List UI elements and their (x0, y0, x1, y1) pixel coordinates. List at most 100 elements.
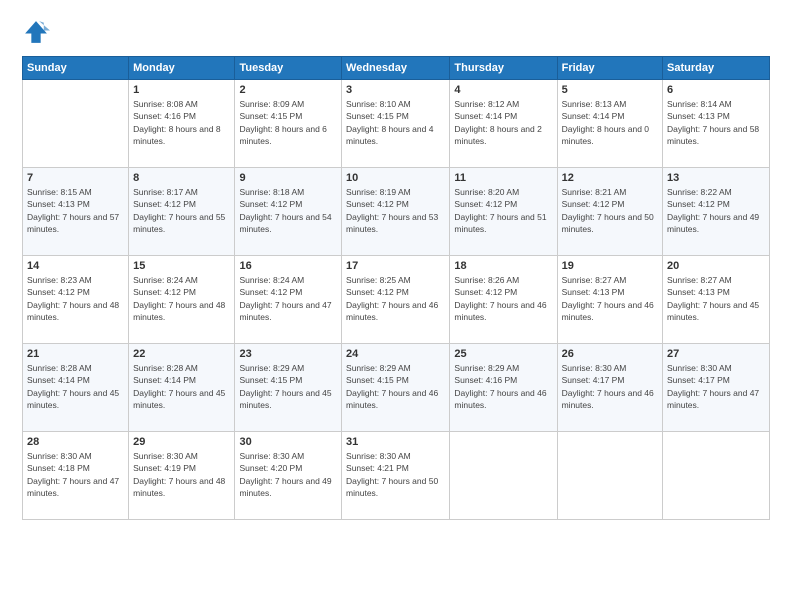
calendar-cell: 5 Sunrise: 8:13 AMSunset: 4:14 PMDaylight… (557, 80, 662, 168)
day-number: 17 (346, 260, 445, 272)
calendar-cell: 18Sunrise: 8:26 AMSunset: 4:12 PMDayligh… (450, 256, 557, 344)
cell-info: Sunrise: 8:30 AMSunset: 4:18 PMDaylight:… (27, 450, 124, 499)
day-number: 7 (27, 172, 124, 184)
logo-icon (22, 18, 50, 46)
cell-info: Sunrise: 8:28 AMSunset: 4:14 PMDaylight:… (27, 362, 124, 411)
cell-info: Sunrise: 8:18 AMSunset: 4:12 PMDaylight:… (239, 186, 337, 235)
calendar-cell: 16 Sunrise: 8:24 AMSunset: 4:12 PMDayligh… (235, 256, 342, 344)
header (22, 18, 770, 46)
cell-info: Sunrise: 8:30 AMSunset: 4:17 PMDaylight:… (562, 362, 658, 411)
day-number: 1 (133, 84, 230, 96)
day-number: 14 (27, 260, 124, 272)
logo (22, 18, 54, 46)
day-number: 13 (667, 172, 765, 184)
day-number: 2 (239, 84, 337, 96)
cell-info: Sunrise: 8:14 AMSunset: 4:13 PMDaylight:… (667, 98, 765, 147)
cell-info: Sunrise: 8:30 AMSunset: 4:19 PMDaylight:… (133, 450, 230, 499)
cell-info: Sunrise: 8:12 AMSunset: 4:14 PMDaylight:… (454, 98, 552, 147)
cell-info: Sunrise: 8:08 AMSunset: 4:16 PMDaylight:… (133, 98, 230, 147)
calendar-cell: 2 Sunrise: 8:09 AMSunset: 4:15 PMDaylight… (235, 80, 342, 168)
cell-info: Sunrise: 8:17 AMSunset: 4:12 PMDaylight:… (133, 186, 230, 235)
cell-info: Sunrise: 8:13 AMSunset: 4:14 PMDaylight:… (562, 98, 658, 147)
day-number: 25 (454, 348, 552, 360)
calendar-cell: 27 Sunrise: 8:30 AMSunset: 4:17 PMDayligh… (663, 344, 770, 432)
cell-info: Sunrise: 8:23 AMSunset: 4:12 PMDaylight:… (27, 274, 124, 323)
calendar-cell: 4 Sunrise: 8:12 AMSunset: 4:14 PMDaylight… (450, 80, 557, 168)
day-number: 3 (346, 84, 445, 96)
calendar-header: SundayMondayTuesdayWednesdayThursdayFrid… (23, 57, 770, 80)
week-row-0: 1 Sunrise: 8:08 AMSunset: 4:16 PMDaylight… (23, 80, 770, 168)
calendar-cell: 12 Sunrise: 8:21 AMSunset: 4:12 PMDayligh… (557, 168, 662, 256)
day-header-sunday: Sunday (23, 57, 129, 80)
calendar-cell: 10Sunrise: 8:19 AMSunset: 4:12 PMDayligh… (342, 168, 450, 256)
calendar-body: 1 Sunrise: 8:08 AMSunset: 4:16 PMDaylight… (23, 80, 770, 520)
calendar-cell: 31 Sunrise: 8:30 AMSunset: 4:21 PMDayligh… (342, 432, 450, 520)
day-number: 20 (667, 260, 765, 272)
calendar-cell (663, 432, 770, 520)
day-number: 23 (239, 348, 337, 360)
day-number: 27 (667, 348, 765, 360)
day-number: 4 (454, 84, 552, 96)
day-header-thursday: Thursday (450, 57, 557, 80)
cell-info: Sunrise: 8:30 AMSunset: 4:17 PMDaylight:… (667, 362, 765, 411)
day-number: 6 (667, 84, 765, 96)
calendar-cell: 11 Sunrise: 8:20 AMSunset: 4:12 PMDayligh… (450, 168, 557, 256)
week-row-4: 28 Sunrise: 8:30 AMSunset: 4:18 PMDayligh… (23, 432, 770, 520)
day-number: 11 (454, 172, 552, 184)
calendar-cell: 28 Sunrise: 8:30 AMSunset: 4:18 PMDayligh… (23, 432, 129, 520)
calendar-cell: 23Sunrise: 8:29 AMSunset: 4:15 PMDayligh… (235, 344, 342, 432)
day-number: 30 (239, 436, 337, 448)
cell-info: Sunrise: 8:24 AMSunset: 4:12 PMDaylight:… (239, 274, 337, 323)
day-header-monday: Monday (129, 57, 235, 80)
calendar-cell: 9 Sunrise: 8:18 AMSunset: 4:12 PMDaylight… (235, 168, 342, 256)
calendar-cell: 20Sunrise: 8:27 AMSunset: 4:13 PMDayligh… (663, 256, 770, 344)
calendar-cell (23, 80, 129, 168)
day-header-friday: Friday (557, 57, 662, 80)
calendar-cell: 24 Sunrise: 8:29 AMSunset: 4:15 PMDayligh… (342, 344, 450, 432)
day-number: 28 (27, 436, 124, 448)
cell-info: Sunrise: 8:10 AMSunset: 4:15 PMDaylight:… (346, 98, 445, 147)
week-row-1: 7Sunrise: 8:15 AMSunset: 4:13 PMDaylight… (23, 168, 770, 256)
day-number: 22 (133, 348, 230, 360)
cell-info: Sunrise: 8:24 AMSunset: 4:12 PMDaylight:… (133, 274, 230, 323)
calendar-cell: 30 Sunrise: 8:30 AMSunset: 4:20 PMDayligh… (235, 432, 342, 520)
day-number: 16 (239, 260, 337, 272)
cell-info: Sunrise: 8:28 AMSunset: 4:14 PMDaylight:… (133, 362, 230, 411)
page: SundayMondayTuesdayWednesdayThursdayFrid… (0, 0, 792, 612)
cell-info: Sunrise: 8:25 AMSunset: 4:12 PMDaylight:… (346, 274, 445, 323)
calendar-cell: 14 Sunrise: 8:23 AMSunset: 4:12 PMDayligh… (23, 256, 129, 344)
cell-info: Sunrise: 8:30 AMSunset: 4:21 PMDaylight:… (346, 450, 445, 499)
day-number: 15 (133, 260, 230, 272)
cell-info: Sunrise: 8:29 AMSunset: 4:15 PMDaylight:… (346, 362, 445, 411)
calendar-cell: 15 Sunrise: 8:24 AMSunset: 4:12 PMDayligh… (129, 256, 235, 344)
calendar-cell: 26 Sunrise: 8:30 AMSunset: 4:17 PMDayligh… (557, 344, 662, 432)
day-number: 9 (239, 172, 337, 184)
day-number: 5 (562, 84, 658, 96)
cell-info: Sunrise: 8:26 AMSunset: 4:12 PMDaylight:… (454, 274, 552, 323)
day-number: 24 (346, 348, 445, 360)
cell-info: Sunrise: 8:21 AMSunset: 4:12 PMDaylight:… (562, 186, 658, 235)
cell-info: Sunrise: 8:22 AMSunset: 4:12 PMDaylight:… (667, 186, 765, 235)
day-number: 8 (133, 172, 230, 184)
day-number: 21 (27, 348, 124, 360)
calendar-cell: 13 Sunrise: 8:22 AMSunset: 4:12 PMDayligh… (663, 168, 770, 256)
day-number: 29 (133, 436, 230, 448)
day-header-saturday: Saturday (663, 57, 770, 80)
day-number: 12 (562, 172, 658, 184)
calendar: SundayMondayTuesdayWednesdayThursdayFrid… (22, 56, 770, 520)
cell-info: Sunrise: 8:20 AMSunset: 4:12 PMDaylight:… (454, 186, 552, 235)
calendar-cell: 1 Sunrise: 8:08 AMSunset: 4:16 PMDaylight… (129, 80, 235, 168)
calendar-cell: 6 Sunrise: 8:14 AMSunset: 4:13 PMDaylight… (663, 80, 770, 168)
calendar-cell: 7Sunrise: 8:15 AMSunset: 4:13 PMDaylight… (23, 168, 129, 256)
cell-info: Sunrise: 8:19 AMSunset: 4:12 PMDaylight:… (346, 186, 445, 235)
day-header-row: SundayMondayTuesdayWednesdayThursdayFrid… (23, 57, 770, 80)
day-header-wednesday: Wednesday (342, 57, 450, 80)
cell-info: Sunrise: 8:09 AMSunset: 4:15 PMDaylight:… (239, 98, 337, 147)
day-number: 31 (346, 436, 445, 448)
calendar-cell: 3 Sunrise: 8:10 AMSunset: 4:15 PMDaylight… (342, 80, 450, 168)
day-number: 26 (562, 348, 658, 360)
calendar-cell (450, 432, 557, 520)
calendar-cell: 8 Sunrise: 8:17 AMSunset: 4:12 PMDaylight… (129, 168, 235, 256)
day-header-tuesday: Tuesday (235, 57, 342, 80)
cell-info: Sunrise: 8:30 AMSunset: 4:20 PMDaylight:… (239, 450, 337, 499)
